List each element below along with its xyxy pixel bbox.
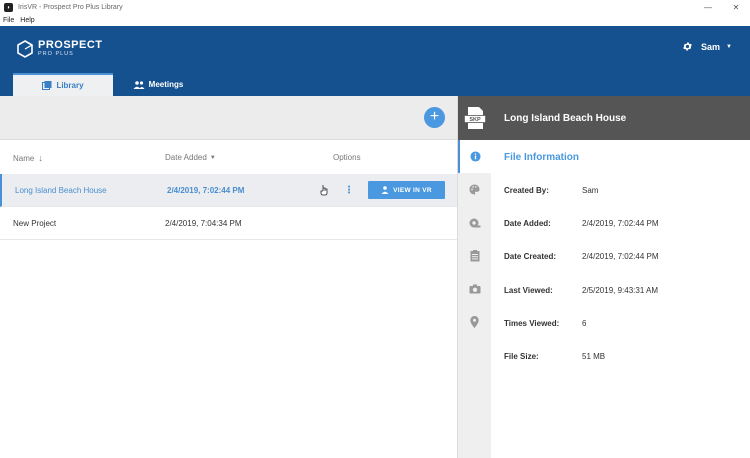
column-header-date[interactable]: Date Added ▼ bbox=[165, 153, 216, 162]
hexagon-logo-icon bbox=[17, 39, 33, 58]
tab-library[interactable]: Library bbox=[13, 73, 113, 96]
column-header-name[interactable]: Name ↓ bbox=[13, 153, 43, 163]
info-label: Created By: bbox=[504, 186, 549, 195]
column-date-label: Date Added bbox=[165, 153, 207, 162]
tab-label-meetings: Meetings bbox=[148, 80, 184, 89]
window-titlebar: ◗ IrisVR - Prospect Pro Plus Library — ✕ bbox=[0, 0, 750, 15]
rail-measure[interactable] bbox=[458, 206, 491, 239]
details-header: SKP Long Island Beach House bbox=[458, 96, 750, 140]
logo-sub: PRO PLUS bbox=[38, 51, 74, 57]
table-row[interactable]: New Project 2/4/2019, 7:04:34 PM bbox=[0, 207, 457, 240]
column-name-label: Name bbox=[13, 153, 35, 163]
file-type-label: SKP bbox=[469, 117, 481, 123]
file-information-title: File Information bbox=[504, 152, 579, 163]
minimize-button[interactable]: — bbox=[694, 0, 722, 15]
info-icon bbox=[470, 151, 481, 162]
info-value: 6 bbox=[582, 319, 587, 328]
app-header: PROSPECT PRO PLUS Sam ▼ Library Meetings bbox=[0, 26, 750, 96]
info-value: Sam bbox=[582, 186, 599, 195]
rail-location[interactable] bbox=[458, 305, 491, 338]
info-value: 51 MB bbox=[582, 352, 606, 361]
tab-meetings[interactable]: Meetings bbox=[113, 73, 203, 96]
location-pin-icon bbox=[470, 315, 479, 328]
row-date: 2/4/2019, 7:04:34 PM bbox=[165, 218, 242, 228]
person-icon bbox=[381, 186, 389, 194]
details-file-name: Long Island Beach House bbox=[504, 112, 627, 124]
details-pane: SKP Long Island Beach House File Informa… bbox=[458, 96, 750, 458]
app-icon: ◗ bbox=[4, 3, 13, 12]
row-name[interactable]: Long Island Beach House bbox=[15, 186, 107, 195]
chevron-down-icon[interactable]: ▼ bbox=[726, 44, 732, 50]
window-controls: — ✕ bbox=[694, 0, 750, 15]
more-options-icon[interactable]: ⋮ bbox=[344, 185, 354, 196]
info-label: Times Viewed: bbox=[504, 319, 560, 328]
info-label: Last Viewed: bbox=[504, 286, 553, 295]
menu-bar: File Help bbox=[0, 15, 750, 26]
palette-icon bbox=[469, 184, 480, 195]
prospect-logo: PROSPECT PRO PLUS bbox=[17, 39, 103, 58]
add-project-button[interactable]: + bbox=[424, 107, 445, 128]
window-title: IrisVR - Prospect Pro Plus Library bbox=[18, 4, 123, 11]
skp-file-icon: SKP bbox=[464, 107, 486, 129]
info-value: 2/5/2019, 9:43:31 AM bbox=[582, 286, 659, 295]
info-label: Date Created: bbox=[504, 252, 557, 261]
row-date: 2/4/2019, 7:02:44 PM bbox=[167, 185, 245, 195]
library-icon bbox=[42, 81, 52, 90]
clipboard-icon bbox=[470, 249, 479, 261]
caret-down-icon: ▼ bbox=[209, 154, 216, 161]
close-button[interactable]: ✕ bbox=[722, 0, 750, 15]
info-value: 2/4/2019, 7:02:44 PM bbox=[582, 252, 659, 261]
info-value: 2/4/2019, 7:02:44 PM bbox=[582, 219, 659, 228]
tab-label-library: Library bbox=[56, 81, 84, 90]
hand-cursor-icon bbox=[320, 185, 328, 196]
info-label: File Size: bbox=[504, 352, 539, 361]
view-in-vr-button[interactable]: VIEW IN VR bbox=[368, 181, 445, 199]
column-options-label: Options bbox=[333, 153, 361, 162]
rail-info[interactable] bbox=[458, 140, 491, 173]
rail-camera[interactable] bbox=[458, 272, 491, 305]
details-rail bbox=[458, 140, 491, 458]
people-icon bbox=[133, 80, 145, 89]
library-pane: + Name ↓ Date Added ▼ Options Long Islan… bbox=[0, 96, 457, 458]
library-toolbar: + bbox=[0, 96, 457, 140]
logo-brand: PROSPECT bbox=[38, 39, 103, 51]
tape-measure-icon bbox=[469, 218, 480, 227]
column-header-options: Options bbox=[333, 153, 361, 162]
user-name[interactable]: Sam bbox=[701, 42, 720, 52]
view-in-vr-label: VIEW IN VR bbox=[393, 186, 432, 194]
sort-arrow-down-icon: ↓ bbox=[38, 153, 43, 163]
camera-icon bbox=[469, 284, 480, 293]
info-label: Date Added: bbox=[504, 219, 551, 228]
gear-icon[interactable] bbox=[682, 41, 693, 52]
row-name[interactable]: New Project bbox=[13, 219, 56, 228]
menu-help[interactable]: Help bbox=[20, 17, 34, 24]
table-row[interactable]: Long Island Beach House 2/4/2019, 7:02:4… bbox=[0, 174, 457, 207]
rail-palette[interactable] bbox=[458, 173, 491, 206]
menu-file[interactable]: File bbox=[3, 17, 14, 24]
user-menu[interactable]: Sam ▼ bbox=[682, 41, 732, 52]
rail-notes[interactable] bbox=[458, 239, 491, 272]
